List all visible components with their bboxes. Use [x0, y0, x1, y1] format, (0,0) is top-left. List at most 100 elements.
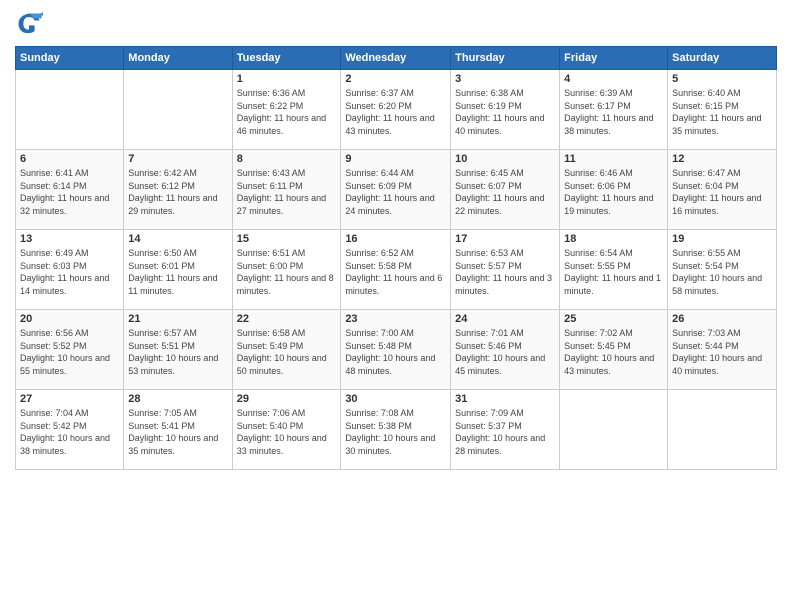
weekday-header-monday: Monday [124, 47, 232, 70]
calendar-cell: 21 Sunrise: 6:57 AM Sunset: 5:51 PM Dayl… [124, 310, 232, 390]
header [15, 10, 777, 38]
logo [15, 10, 47, 38]
day-number: 12 [672, 153, 772, 165]
day-number: 2 [345, 73, 446, 85]
day-info: Sunrise: 7:05 AM Sunset: 5:41 PM Dayligh… [128, 407, 227, 457]
day-number: 25 [564, 313, 663, 325]
weekday-header-thursday: Thursday [451, 47, 560, 70]
day-info: Sunrise: 6:46 AM Sunset: 6:06 PM Dayligh… [564, 167, 663, 217]
day-number: 20 [20, 313, 119, 325]
day-info: Sunrise: 7:00 AM Sunset: 5:48 PM Dayligh… [345, 327, 446, 377]
day-number: 22 [237, 313, 337, 325]
calendar-cell: 25 Sunrise: 7:02 AM Sunset: 5:45 PM Dayl… [560, 310, 668, 390]
week-row-4: 20 Sunrise: 6:56 AM Sunset: 5:52 PM Dayl… [16, 310, 777, 390]
day-number: 17 [455, 233, 555, 245]
day-number: 3 [455, 73, 555, 85]
day-info: Sunrise: 6:51 AM Sunset: 6:00 PM Dayligh… [237, 247, 337, 297]
calendar-cell [124, 70, 232, 150]
logo-icon [15, 10, 43, 38]
calendar-cell: 15 Sunrise: 6:51 AM Sunset: 6:00 PM Dayl… [232, 230, 341, 310]
day-number: 18 [564, 233, 663, 245]
day-info: Sunrise: 7:02 AM Sunset: 5:45 PM Dayligh… [564, 327, 663, 377]
calendar-cell: 17 Sunrise: 6:53 AM Sunset: 5:57 PM Dayl… [451, 230, 560, 310]
day-number: 31 [455, 393, 555, 405]
calendar-cell: 30 Sunrise: 7:08 AM Sunset: 5:38 PM Dayl… [341, 390, 451, 470]
day-number: 29 [237, 393, 337, 405]
day-number: 23 [345, 313, 446, 325]
weekday-header-sunday: Sunday [16, 47, 124, 70]
calendar-cell [16, 70, 124, 150]
week-row-2: 6 Sunrise: 6:41 AM Sunset: 6:14 PM Dayli… [16, 150, 777, 230]
day-number: 16 [345, 233, 446, 245]
day-number: 14 [128, 233, 227, 245]
week-row-1: 1 Sunrise: 6:36 AM Sunset: 6:22 PM Dayli… [16, 70, 777, 150]
day-number: 6 [20, 153, 119, 165]
calendar-cell: 3 Sunrise: 6:38 AM Sunset: 6:19 PM Dayli… [451, 70, 560, 150]
day-number: 7 [128, 153, 227, 165]
calendar-cell: 6 Sunrise: 6:41 AM Sunset: 6:14 PM Dayli… [16, 150, 124, 230]
day-number: 27 [20, 393, 119, 405]
day-info: Sunrise: 6:49 AM Sunset: 6:03 PM Dayligh… [20, 247, 119, 297]
day-info: Sunrise: 6:57 AM Sunset: 5:51 PM Dayligh… [128, 327, 227, 377]
day-info: Sunrise: 6:37 AM Sunset: 6:20 PM Dayligh… [345, 87, 446, 137]
day-info: Sunrise: 6:42 AM Sunset: 6:12 PM Dayligh… [128, 167, 227, 217]
calendar-cell: 7 Sunrise: 6:42 AM Sunset: 6:12 PM Dayli… [124, 150, 232, 230]
week-row-5: 27 Sunrise: 7:04 AM Sunset: 5:42 PM Dayl… [16, 390, 777, 470]
day-info: Sunrise: 6:55 AM Sunset: 5:54 PM Dayligh… [672, 247, 772, 297]
page: SundayMondayTuesdayWednesdayThursdayFrid… [0, 0, 792, 612]
day-number: 15 [237, 233, 337, 245]
calendar-cell: 26 Sunrise: 7:03 AM Sunset: 5:44 PM Dayl… [668, 310, 777, 390]
calendar-cell: 13 Sunrise: 6:49 AM Sunset: 6:03 PM Dayl… [16, 230, 124, 310]
day-number: 13 [20, 233, 119, 245]
day-info: Sunrise: 7:01 AM Sunset: 5:46 PM Dayligh… [455, 327, 555, 377]
day-info: Sunrise: 6:39 AM Sunset: 6:17 PM Dayligh… [564, 87, 663, 137]
day-number: 10 [455, 153, 555, 165]
calendar-cell: 28 Sunrise: 7:05 AM Sunset: 5:41 PM Dayl… [124, 390, 232, 470]
day-info: Sunrise: 6:58 AM Sunset: 5:49 PM Dayligh… [237, 327, 337, 377]
day-number: 5 [672, 73, 772, 85]
calendar-cell: 10 Sunrise: 6:45 AM Sunset: 6:07 PM Dayl… [451, 150, 560, 230]
day-info: Sunrise: 6:41 AM Sunset: 6:14 PM Dayligh… [20, 167, 119, 217]
calendar-table: SundayMondayTuesdayWednesdayThursdayFrid… [15, 46, 777, 470]
weekday-header-tuesday: Tuesday [232, 47, 341, 70]
day-info: Sunrise: 6:50 AM Sunset: 6:01 PM Dayligh… [128, 247, 227, 297]
day-info: Sunrise: 6:36 AM Sunset: 6:22 PM Dayligh… [237, 87, 337, 137]
calendar-cell: 22 Sunrise: 6:58 AM Sunset: 5:49 PM Dayl… [232, 310, 341, 390]
day-info: Sunrise: 6:45 AM Sunset: 6:07 PM Dayligh… [455, 167, 555, 217]
calendar-cell: 16 Sunrise: 6:52 AM Sunset: 5:58 PM Dayl… [341, 230, 451, 310]
calendar-cell: 14 Sunrise: 6:50 AM Sunset: 6:01 PM Dayl… [124, 230, 232, 310]
weekday-header-wednesday: Wednesday [341, 47, 451, 70]
day-number: 1 [237, 73, 337, 85]
day-number: 11 [564, 153, 663, 165]
calendar-cell: 29 Sunrise: 7:06 AM Sunset: 5:40 PM Dayl… [232, 390, 341, 470]
day-number: 19 [672, 233, 772, 245]
calendar-cell: 12 Sunrise: 6:47 AM Sunset: 6:04 PM Dayl… [668, 150, 777, 230]
day-number: 9 [345, 153, 446, 165]
day-info: Sunrise: 6:38 AM Sunset: 6:19 PM Dayligh… [455, 87, 555, 137]
calendar-cell: 9 Sunrise: 6:44 AM Sunset: 6:09 PM Dayli… [341, 150, 451, 230]
weekday-header-friday: Friday [560, 47, 668, 70]
calendar-cell: 11 Sunrise: 6:46 AM Sunset: 6:06 PM Dayl… [560, 150, 668, 230]
day-info: Sunrise: 7:09 AM Sunset: 5:37 PM Dayligh… [455, 407, 555, 457]
day-info: Sunrise: 7:06 AM Sunset: 5:40 PM Dayligh… [237, 407, 337, 457]
weekday-header-saturday: Saturday [668, 47, 777, 70]
day-number: 26 [672, 313, 772, 325]
day-info: Sunrise: 6:52 AM Sunset: 5:58 PM Dayligh… [345, 247, 446, 297]
week-row-3: 13 Sunrise: 6:49 AM Sunset: 6:03 PM Dayl… [16, 230, 777, 310]
calendar-cell [560, 390, 668, 470]
day-number: 28 [128, 393, 227, 405]
day-number: 8 [237, 153, 337, 165]
day-info: Sunrise: 7:08 AM Sunset: 5:38 PM Dayligh… [345, 407, 446, 457]
calendar-cell: 18 Sunrise: 6:54 AM Sunset: 5:55 PM Dayl… [560, 230, 668, 310]
calendar-cell [668, 390, 777, 470]
day-number: 24 [455, 313, 555, 325]
day-info: Sunrise: 6:47 AM Sunset: 6:04 PM Dayligh… [672, 167, 772, 217]
calendar-cell: 1 Sunrise: 6:36 AM Sunset: 6:22 PM Dayli… [232, 70, 341, 150]
calendar-cell: 27 Sunrise: 7:04 AM Sunset: 5:42 PM Dayl… [16, 390, 124, 470]
calendar-cell: 31 Sunrise: 7:09 AM Sunset: 5:37 PM Dayl… [451, 390, 560, 470]
calendar-cell: 19 Sunrise: 6:55 AM Sunset: 5:54 PM Dayl… [668, 230, 777, 310]
day-info: Sunrise: 7:04 AM Sunset: 5:42 PM Dayligh… [20, 407, 119, 457]
calendar-cell: 24 Sunrise: 7:01 AM Sunset: 5:46 PM Dayl… [451, 310, 560, 390]
calendar-cell: 5 Sunrise: 6:40 AM Sunset: 6:15 PM Dayli… [668, 70, 777, 150]
day-info: Sunrise: 7:03 AM Sunset: 5:44 PM Dayligh… [672, 327, 772, 377]
